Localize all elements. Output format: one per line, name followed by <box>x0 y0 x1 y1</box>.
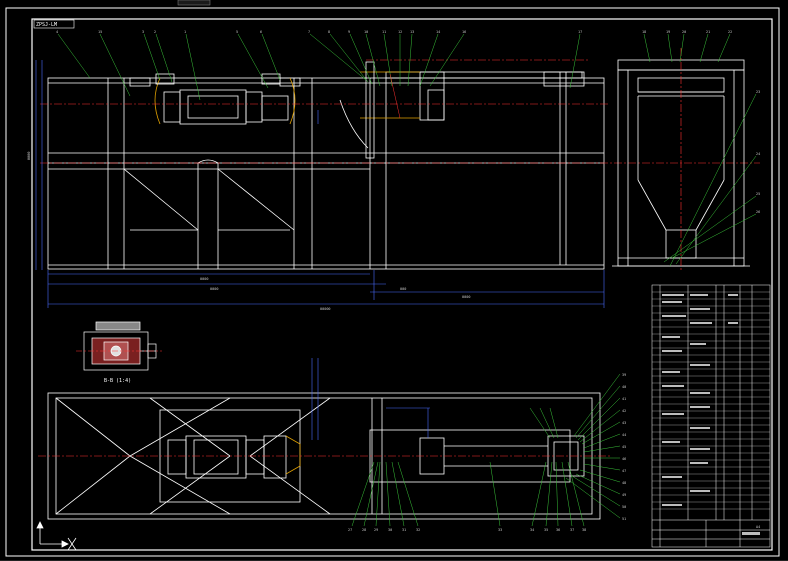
svg-text:36: 36 <box>556 528 560 532</box>
toolbar-remnant <box>177 0 211 6</box>
svg-text:4: 4 <box>56 30 58 34</box>
drawing-frame <box>31 18 773 551</box>
svg-text:28: 28 <box>362 528 366 532</box>
drawing-number: ZPSJ-LM <box>36 22 57 28</box>
svg-text:30: 30 <box>388 528 392 532</box>
plan-leaders <box>351 373 621 527</box>
svg-text:37: 37 <box>570 528 574 532</box>
outer-frame <box>5 7 780 557</box>
plan-balloon-numbers: 27 28 29 30 31 32 33 34 35 36 37 38 39 4… <box>348 373 626 532</box>
svg-text:19: 19 <box>666 30 670 34</box>
svg-text:33: 33 <box>498 528 502 532</box>
svg-text:0000: 0000 <box>200 277 208 281</box>
svg-text:47: 47 <box>622 469 626 473</box>
svg-text:23: 23 <box>756 90 760 94</box>
front-dim-texts: 0000 0000 00000 000 0000 0000 <box>27 152 470 311</box>
svg-text:46: 46 <box>622 457 626 461</box>
svg-text:49: 49 <box>622 493 626 497</box>
front-elevation-view <box>47 71 605 270</box>
svg-text:45: 45 <box>622 445 626 449</box>
svg-text:40: 40 <box>622 385 626 389</box>
cad-drawing-svg: ZPSJ-LM 0000 0000 00000 000 0000 0000 4 … <box>0 0 788 561</box>
svg-text:16: 16 <box>462 30 466 34</box>
svg-text:00000: 00000 <box>320 307 331 311</box>
cad-drawing-canvas[interactable]: ZPSJ-LM 0000 0000 00000 000 0000 0000 4 … <box>0 0 788 561</box>
svg-text:50: 50 <box>622 505 626 509</box>
svg-text:35: 35 <box>544 528 548 532</box>
svg-text:38: 38 <box>582 528 586 532</box>
front-balloon-numbers: 4 15 3 2 1 5 6 7 8 9 10 11 12 13 14 16 1… <box>56 30 582 34</box>
ucs-axis-icon[interactable] <box>36 521 77 551</box>
front-leaders <box>57 33 581 119</box>
svg-text:0000: 0000 <box>210 287 218 291</box>
svg-text:12: 12 <box>398 30 402 34</box>
parts-list-table <box>651 284 771 548</box>
svg-text:21: 21 <box>706 30 710 34</box>
svg-text:15: 15 <box>98 30 102 34</box>
svg-text:41: 41 <box>622 397 626 401</box>
svg-text:20: 20 <box>682 30 686 34</box>
svg-text:24: 24 <box>756 152 760 156</box>
svg-text:34: 34 <box>530 528 534 532</box>
svg-text:44: 44 <box>622 433 626 437</box>
svg-text:48: 48 <box>622 481 626 485</box>
svg-text:0000: 0000 <box>462 295 470 299</box>
svg-text:17: 17 <box>578 30 582 34</box>
svg-text:32: 32 <box>416 528 420 532</box>
section-detail-bb <box>83 321 157 371</box>
svg-text:27: 27 <box>348 528 352 532</box>
svg-text:51: 51 <box>622 517 626 521</box>
plan-dimensions <box>311 358 430 440</box>
svg-text:39: 39 <box>622 373 626 377</box>
front-drive-assembly <box>154 61 445 159</box>
svg-text:000: 000 <box>400 287 406 291</box>
svg-text:31: 31 <box>402 528 406 532</box>
svg-text:9: 9 <box>348 30 350 34</box>
front-dimensions <box>35 60 605 308</box>
svg-text:29: 29 <box>374 528 378 532</box>
svg-text:6: 6 <box>260 30 262 34</box>
svg-text:8: 8 <box>328 30 330 34</box>
svg-text:2: 2 <box>154 30 156 34</box>
svg-text:18: 18 <box>642 30 646 34</box>
svg-text:43: 43 <box>622 421 626 425</box>
svg-text:3: 3 <box>142 30 144 34</box>
svg-text:11: 11 <box>382 30 386 34</box>
svg-text:22: 22 <box>728 30 732 34</box>
svg-text:0000: 0000 <box>27 152 31 160</box>
side-leaders <box>643 33 757 267</box>
svg-text:5: 5 <box>236 30 238 34</box>
svg-text:1: 1 <box>184 30 186 34</box>
svg-text:7: 7 <box>308 30 310 34</box>
svg-text:14: 14 <box>436 30 440 34</box>
svg-text:10: 10 <box>364 30 368 34</box>
parts-list-cell-fills <box>662 294 760 535</box>
svg-text:42: 42 <box>622 409 626 413</box>
svg-text:26: 26 <box>756 210 760 214</box>
svg-text:25: 25 <box>756 192 760 196</box>
section-label: B-B (1:4) <box>104 378 131 384</box>
table-header-label: A4 <box>756 525 760 529</box>
svg-text:13: 13 <box>410 30 414 34</box>
